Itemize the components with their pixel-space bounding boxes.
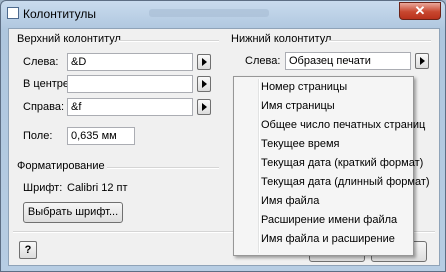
footer-group-label: Нижний колонтитул [231,33,332,45]
menu-item-file-name[interactable]: Имя файла [234,192,413,211]
header-center-label: В центре: [23,78,73,90]
header-right-insert-arrow[interactable] [197,99,211,115]
insert-field-menu: Номер страницы Имя страницы Общее число … [233,76,430,256]
margin-label: Поле: [23,130,53,142]
window-title: Колонтитулы [23,7,97,21]
menu-item-date-long[interactable]: Текущая дата (длинный формат) [234,173,430,192]
header-group-line [119,40,219,42]
menu-item-file-name-and-ext[interactable]: Имя файла и расширение [234,230,413,249]
footer-left-insert-arrow[interactable] [415,53,429,69]
menu-item-file-extension[interactable]: Расширение имени файла [234,211,413,230]
font-label: Шрифт: [23,182,63,194]
menu-item-page-name[interactable]: Имя страницы [234,97,413,116]
margin-input[interactable]: 0,635 мм [67,127,135,145]
close-button[interactable]: ✕ [399,2,441,20]
header-left-input[interactable]: &D [67,53,193,71]
header-right-input[interactable]: &f [67,98,193,116]
header-right-label: Справа: [23,101,65,113]
header-left-insert-arrow[interactable] [197,54,211,70]
footer-group-line [329,40,431,42]
menu-item-total-pages[interactable]: Общее число печатных страниц [234,116,425,135]
title-bar[interactable]: Колонтитулы ✕ [1,1,446,27]
header-group-label: Верхний колонтитул [17,33,121,45]
menu-item-date-short[interactable]: Текущая дата (краткий формат) [234,154,423,173]
font-value: Calibri 12 пт [67,182,128,194]
menu-item-page-number[interactable]: Номер страницы [234,78,413,97]
header-left-label: Слева: [23,56,59,68]
blurred-region [149,9,269,17]
formatting-group-label: Форматирование [17,160,105,172]
choose-font-button[interactable]: Выбрать шрифт... [23,202,123,223]
app-icon [7,7,19,19]
dialog-window: Колонтитулы ✕ Верхний колонтитул Слева: … [0,0,446,272]
formatting-group-line [107,167,219,169]
footer-left-label: Слева: [245,55,281,67]
header-center-input[interactable] [67,75,193,93]
header-center-insert-arrow[interactable] [197,76,211,92]
menu-item-current-time[interactable]: Текущее время [234,135,413,154]
help-button[interactable]: ? [19,241,37,259]
footer-left-input[interactable]: Образец печати [285,52,411,70]
